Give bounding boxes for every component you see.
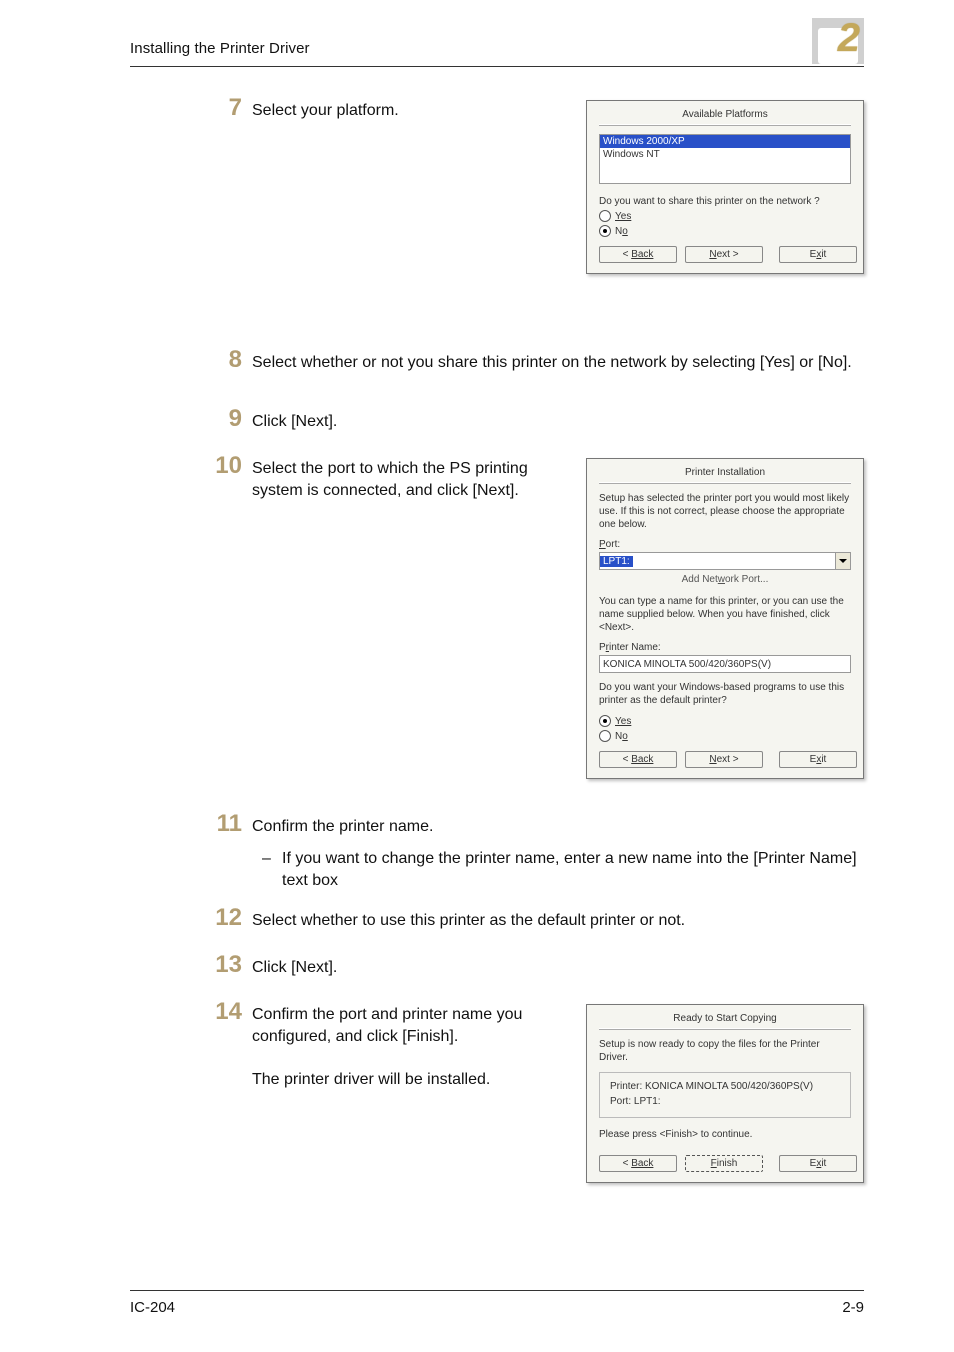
radio-icon <box>599 730 611 742</box>
dialog-button-row: < Back Finish Exit <box>587 1149 863 1182</box>
step-text-line2: The printer driver will be installed. <box>252 1071 490 1088</box>
radio-label-underline: o <box>622 731 628 742</box>
port-value: LPT1: <box>600 556 633 567</box>
summary-value: LPT1: <box>634 1096 661 1107</box>
add-network-port-link[interactable]: Add Network Port... <box>599 574 851 585</box>
back-button[interactable]: < Back <box>599 246 677 263</box>
dialog-printer-installation: Printer Installation Setup has selected … <box>586 458 864 779</box>
default-radio-group: Yes No <box>599 715 851 742</box>
finish-button[interactable]: Finish <box>685 1155 763 1172</box>
back-button[interactable]: < Back <box>599 751 677 768</box>
exit-button[interactable]: Exit <box>779 751 857 768</box>
dialog-available-platforms: Available Platforms Windows 2000/XP Wind… <box>586 100 864 274</box>
divider <box>599 124 851 126</box>
radio-label: Yes <box>615 716 631 727</box>
default-printer-question: Do you want your Windows-based programs … <box>599 681 851 707</box>
dialog-description: Setup has selected the printer port you … <box>599 492 851 531</box>
step-number: 13 <box>202 951 242 979</box>
divider <box>599 1028 851 1030</box>
step-text: Select whether or not you share this pri… <box>252 352 864 374</box>
summary-label: Port: <box>610 1096 631 1107</box>
next-button[interactable]: Next > <box>685 751 763 768</box>
header-title: Installing the Printer Driver <box>130 40 310 57</box>
printer-name-description: You can type a name for this printer, or… <box>599 595 851 634</box>
platform-listbox[interactable]: Windows 2000/XP Windows NT <box>599 134 851 184</box>
step-text-line1: Confirm the port and printer name you co… <box>252 1006 522 1045</box>
share-radio-group: Yes No <box>599 210 851 237</box>
radio-no[interactable]: No <box>599 730 851 742</box>
printer-name-label: Printer Name: <box>599 642 851 653</box>
step-11-sub: If you want to change the printer name, … <box>282 848 864 891</box>
step-number: 11 <box>202 810 242 838</box>
radio-icon <box>599 225 611 237</box>
summary-value: KONICA MINOLTA 500/420/360PS(V) <box>645 1081 813 1092</box>
step-text: Confirm the port and printer name you co… <box>252 1004 564 1090</box>
press-finish-text: Please press <Finish> to continue. <box>599 1128 851 1141</box>
exit-button[interactable]: Exit <box>779 1155 857 1172</box>
divider <box>599 482 851 484</box>
radio-label: Yes <box>615 211 631 222</box>
step-number: 12 <box>202 904 242 932</box>
step-number: 8 <box>202 346 242 374</box>
step-text: Click [Next]. <box>252 957 864 979</box>
dialog-description: Setup is now ready to copy the files for… <box>599 1038 851 1064</box>
summary-box: Printer: KONICA MINOLTA 500/420/360PS(V)… <box>599 1072 851 1118</box>
footer-left: IC-204 <box>130 1299 175 1316</box>
step-number: 14 <box>202 998 242 1026</box>
page-footer: IC-204 2-9 <box>130 1290 864 1316</box>
dialog-button-row: < Back Next > Exit <box>587 240 863 273</box>
step-text: Select your platform. <box>252 100 564 122</box>
step-number: 7 <box>202 94 242 122</box>
step-number: 9 <box>202 405 242 433</box>
page-header: Installing the Printer Driver <box>130 40 864 67</box>
step-text: Select whether to use this printer as th… <box>252 910 864 932</box>
summary-port: Port: LPT1: <box>610 1094 840 1109</box>
next-button[interactable]: Next > <box>685 246 763 263</box>
dialog-title: Ready to Start Copying <box>587 1005 863 1028</box>
chapter-number: 2 <box>838 16 860 61</box>
radio-icon <box>599 715 611 727</box>
radio-yes[interactable]: Yes <box>599 715 851 727</box>
step-number: 10 <box>202 452 242 480</box>
printer-name-value: KONICA MINOLTA 500/420/360PS(V) <box>603 659 771 670</box>
step-text: Click [Next]. <box>252 411 864 433</box>
printer-name-input[interactable]: KONICA MINOLTA 500/420/360PS(V) <box>599 655 851 673</box>
summary-label: Printer: <box>610 1081 642 1092</box>
radio-icon <box>599 210 611 222</box>
footer-right: 2-9 <box>842 1299 864 1316</box>
radio-yes[interactable]: Yes <box>599 210 851 222</box>
dialog-button-row: < Back Next > Exit <box>587 745 863 778</box>
content-area: 7 Select your platform. Available Platfo… <box>130 100 864 1282</box>
list-item[interactable]: Windows NT <box>600 148 850 161</box>
radio-no[interactable]: No <box>599 225 851 237</box>
page: Installing the Printer Driver 2 7 Select… <box>0 0 954 1352</box>
step-text: Confirm the printer name. <box>252 816 864 838</box>
list-item[interactable]: Windows 2000/XP <box>600 135 850 148</box>
step-text: Select the port to which the PS printing… <box>252 458 564 501</box>
dialog-title: Printer Installation <box>587 459 863 482</box>
dialog-ready-to-copy: Ready to Start Copying Setup is now read… <box>586 1004 864 1183</box>
exit-button[interactable]: Exit <box>779 246 857 263</box>
port-label: Port: <box>599 539 851 550</box>
dialog-title: Available Platforms <box>587 101 863 124</box>
share-question: Do you want to share this printer on the… <box>599 196 851 207</box>
chevron-down-icon[interactable] <box>835 553 850 569</box>
port-combobox[interactable]: LPT1: <box>599 552 851 570</box>
summary-printer: Printer: KONICA MINOLTA 500/420/360PS(V) <box>610 1079 840 1094</box>
radio-label-underline: o <box>622 226 628 237</box>
back-button[interactable]: < Back <box>599 1155 677 1172</box>
